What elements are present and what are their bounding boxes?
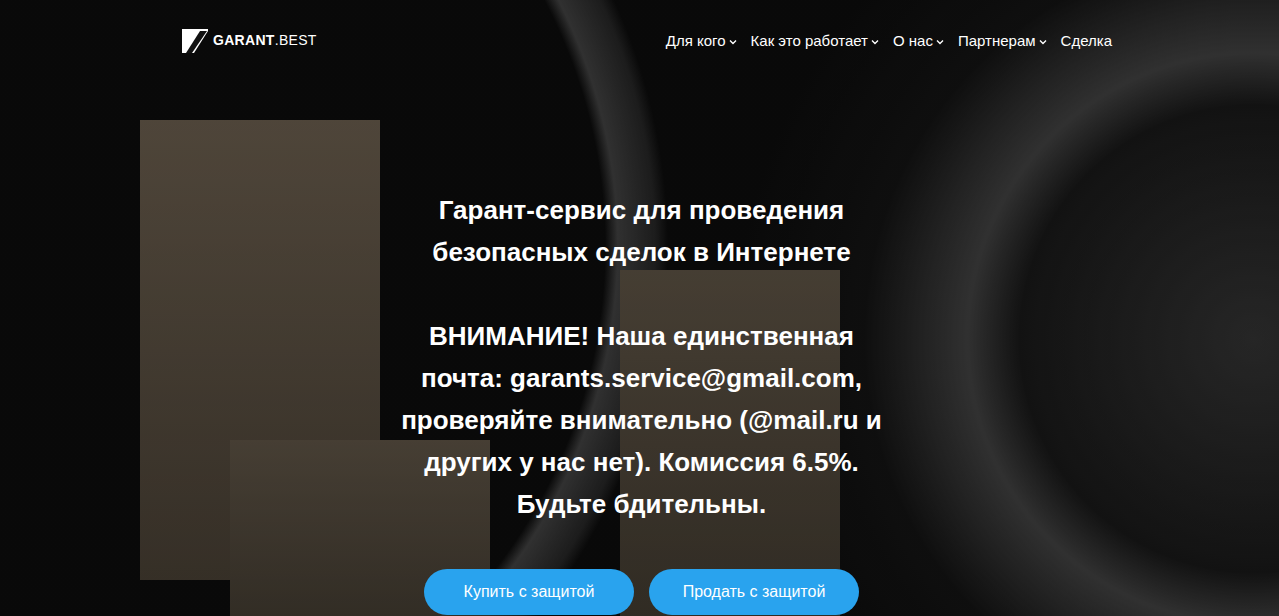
notice: ВНИМАНИЕ! Наша единственнаяпочта: garant… — [401, 315, 882, 525]
chevron-down-icon — [729, 39, 737, 45]
chevron-down-icon — [871, 39, 879, 45]
landing-page: GARANT.BEST Для кого Как это работает О … — [0, 0, 1279, 616]
button-row: Купить с защитой Продать с защитой — [424, 569, 859, 615]
headline: Гарант-сервис для проведениябезопасных с… — [432, 189, 850, 273]
background-photo — [0, 0, 1279, 616]
logo-text: GARANT.BEST — [213, 32, 317, 48]
action-button[interactable]: Продать с защитой — [649, 569, 859, 615]
nav-item[interactable]: Партнерам — [958, 32, 1047, 49]
nav-menu: Для кого Как это работает О нас Партнера… — [666, 32, 1112, 49]
header: GARANT.BEST Для кого Как это работает О … — [0, 0, 1279, 80]
chevron-down-icon — [936, 39, 944, 45]
logo-leaf-icon — [180, 25, 210, 55]
nav-item[interactable]: Как это работает — [751, 32, 879, 49]
action-button[interactable]: Купить с защитой — [424, 569, 634, 615]
logo[interactable]: GARANT.BEST — [180, 25, 317, 55]
nav-item[interactable]: Сделка — [1061, 32, 1112, 49]
nav-item[interactable]: О нас — [893, 32, 944, 49]
nav-item[interactable]: Для кого — [666, 32, 737, 49]
chevron-down-icon — [1039, 39, 1047, 45]
hero: Гарант-сервис для проведениябезопасных с… — [0, 80, 1279, 615]
